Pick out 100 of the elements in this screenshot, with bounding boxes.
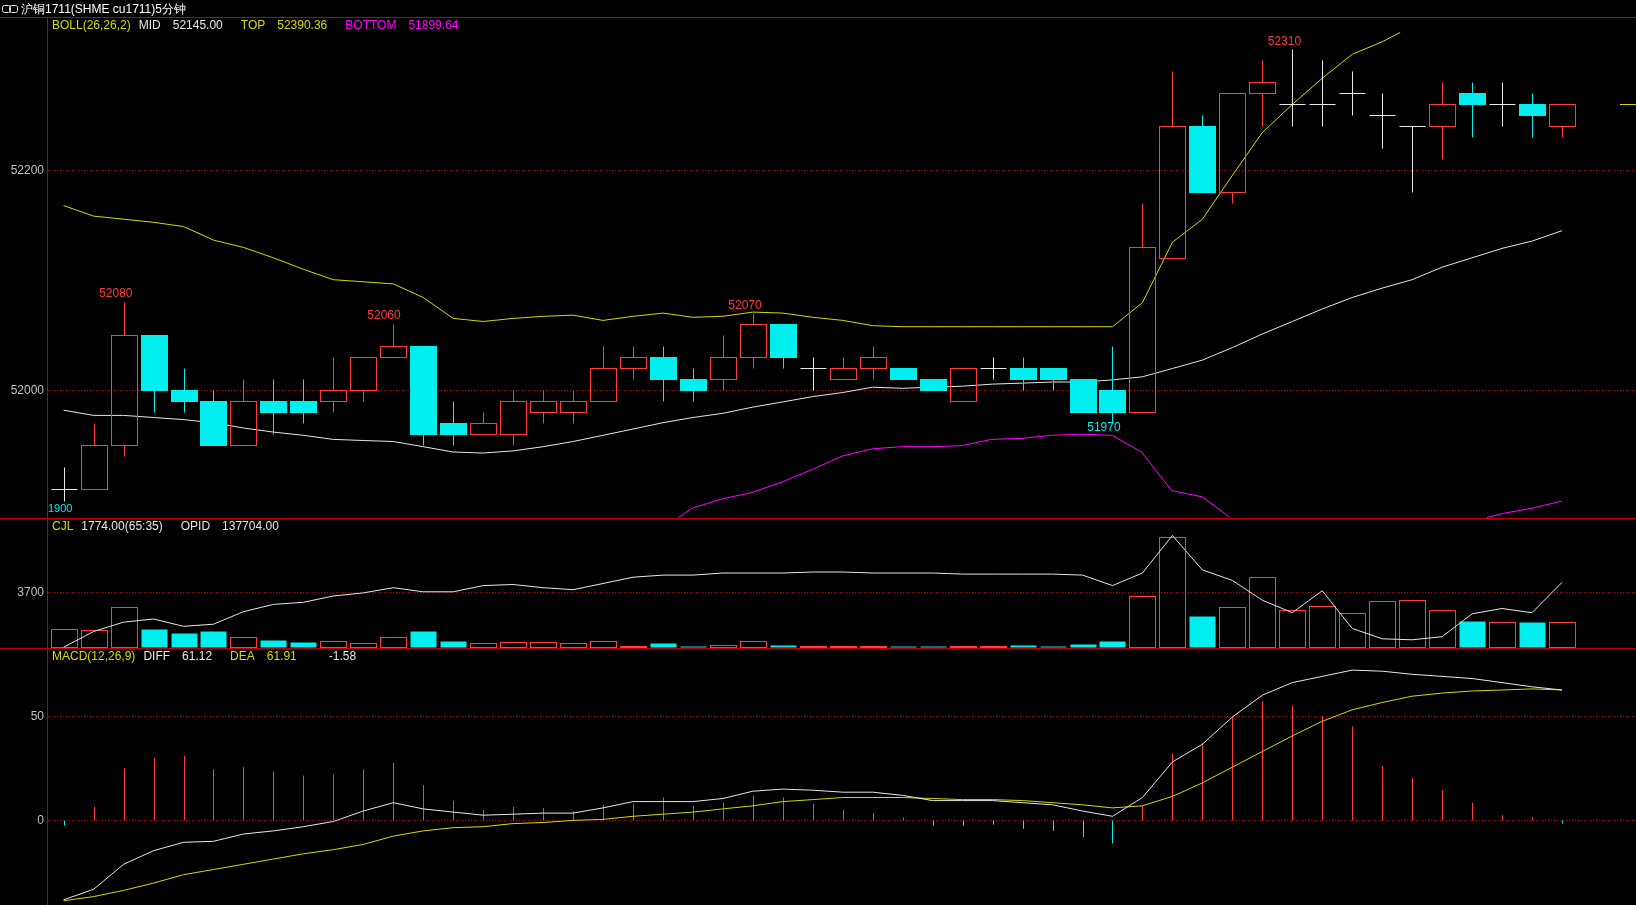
price-tag: 1900 [48,501,73,515]
doji-candlestick [1399,126,1426,193]
candlestick [470,412,497,435]
readout-value: 61.12 [182,649,213,664]
last-price-marker [1620,104,1636,105]
readout-value: 137704.00 [222,519,279,534]
axis-label: 0 [37,813,44,828]
volume-bar [530,642,557,648]
readout-value: 51899.64 [408,18,459,33]
volume-bar [380,637,407,648]
doji-candlestick [1369,93,1396,149]
axis-label: 52200 [10,163,44,178]
readout-value: 52390.36 [277,18,328,33]
doji-candlestick [980,357,1007,380]
volume-bar [320,641,347,648]
price-tag: 52080 [99,286,133,301]
volume-bar [1279,610,1306,648]
volume-bar [1519,622,1546,648]
candlestick [590,346,617,402]
volume-bar [1459,621,1486,648]
candlestick [650,346,677,402]
volume-bar [1309,606,1336,648]
link-icon [2,4,18,13]
volume-bar [1429,610,1456,648]
volume-bar [1399,600,1426,648]
candlestick [770,324,797,369]
indicator-name: CJL [52,519,74,534]
candlestick [530,390,557,424]
candlestick [1040,368,1067,391]
candlestick [890,368,917,380]
volume-bar [410,631,437,648]
candlestick [950,368,977,402]
volume-bar [230,637,257,648]
readout-label: OPID [180,519,211,534]
volume-bar [1249,577,1276,648]
volume-bar [1339,613,1366,648]
candlestick [500,390,527,446]
price-tag: 52070 [728,297,762,312]
readout-value: 61.91 [266,649,297,664]
candlestick [920,379,947,391]
volume-bar [560,643,587,648]
volume-bar [51,629,78,648]
volume-bar [710,645,737,648]
axis-label: 52000 [10,383,44,398]
candlestick [320,357,347,413]
candlestick [1010,357,1037,391]
candlestick [260,379,287,435]
candlestick [81,423,108,490]
volume-bar [1369,601,1396,648]
volume-bar [1189,616,1216,648]
candlestick [1459,82,1486,138]
candlestick [830,357,857,380]
candlestick [620,346,647,380]
candlestick [860,346,887,380]
window-title: 沪铜1711(SHME cu1711)5分钟 [21,1,186,16]
volume-bar [200,631,227,648]
doji-candlestick [800,357,827,391]
price-tag: 52060 [367,308,401,323]
candlestick [1249,60,1276,127]
volume-bar [260,640,287,648]
candlestick [1549,104,1576,138]
volume-bar [770,645,797,648]
candlestick [290,379,317,424]
volume-bar [650,643,677,648]
candlestick [350,357,377,402]
volume-bar [111,607,138,648]
axis-label: 3700 [17,584,44,599]
volume-bar [1129,596,1156,648]
doji-candlestick [1489,82,1516,127]
readout-label: TOP [240,18,266,33]
readout-label: MID [138,18,161,33]
doji-candlestick [1309,60,1336,127]
readout-label: DEA [230,649,255,664]
volume-bar [141,629,168,648]
price-tag: 51970 [1087,419,1121,434]
volume-bar [1010,645,1037,648]
volume-bar [1549,622,1576,648]
volume-bar [81,630,108,648]
candlestick [1070,379,1097,413]
readout-value: 52145.00 [172,18,223,33]
candlestick [440,401,467,446]
candlestick [560,390,587,424]
readout-value: 1774.00(65:35) [81,519,163,534]
volume-bar [500,642,527,648]
candlestick [230,379,257,446]
candlestick [740,313,767,369]
volume-bar [350,643,377,648]
volume-bar [440,641,467,648]
readout-label: BOTTOM [345,18,397,33]
doji-candlestick [51,467,78,502]
readout-label: DIFF [143,649,171,664]
axis-label: 50 [30,709,44,724]
volume-bar [1219,607,1246,648]
volume-bar [1099,641,1126,648]
candlestick [680,368,707,402]
price-tag: 52310 [1267,33,1302,48]
candlestick [200,390,227,446]
candlestick [710,335,737,391]
volume-bar [740,641,767,648]
volume-bar [590,641,617,648]
